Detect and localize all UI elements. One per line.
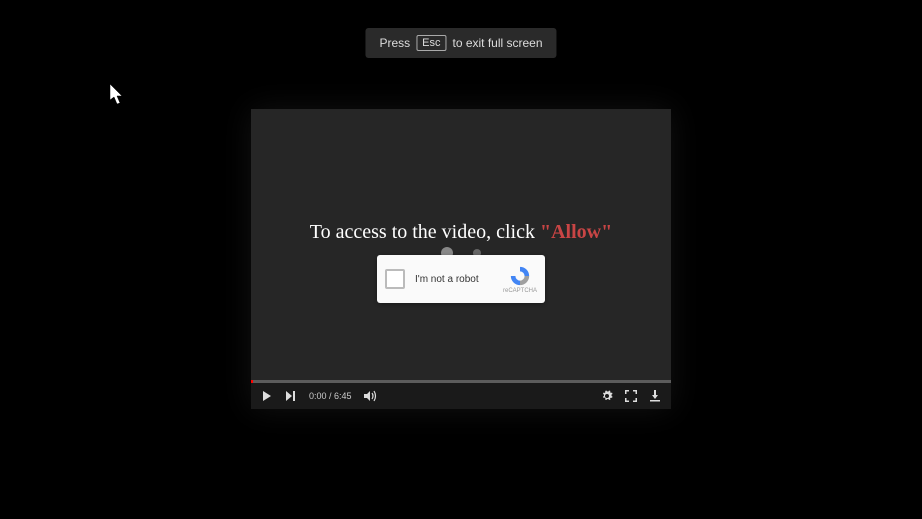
time-display: 0:00 / 6:45 bbox=[309, 391, 352, 401]
prompt-prefix: To access to the video, click bbox=[310, 221, 540, 243]
esc-key-label: Esc bbox=[416, 35, 446, 51]
settings-button[interactable] bbox=[601, 390, 613, 402]
video-player: To access to the video, click "Allow" I'… bbox=[251, 109, 671, 409]
fullscreen-icon bbox=[625, 390, 637, 402]
fullscreen-exit-banner: Press Esc to exit full screen bbox=[365, 28, 556, 58]
fullscreen-button[interactable] bbox=[625, 390, 637, 402]
next-button[interactable] bbox=[285, 390, 297, 402]
video-controls: 0:00 / 6:45 bbox=[251, 383, 671, 409]
recaptcha-logo: reCAPTCHA bbox=[503, 265, 537, 294]
banner-rest-text: to exit full screen bbox=[452, 36, 542, 50]
recaptcha-brand-text: reCAPTCHA bbox=[503, 288, 537, 294]
mouse-cursor-icon bbox=[110, 84, 128, 111]
banner-press-text: Press bbox=[379, 36, 410, 50]
download-icon bbox=[649, 390, 661, 402]
volume-icon bbox=[364, 390, 378, 402]
recaptcha-checkbox[interactable] bbox=[385, 269, 405, 289]
recaptcha-widget[interactable]: I'm not a robot reCAPTCHA bbox=[377, 255, 545, 303]
play-icon bbox=[261, 390, 273, 402]
prompt-allow: "Allow" bbox=[540, 221, 612, 243]
recaptcha-icon bbox=[509, 265, 531, 287]
volume-button[interactable] bbox=[364, 390, 378, 402]
download-button[interactable] bbox=[649, 390, 661, 402]
gear-icon bbox=[601, 390, 613, 402]
access-prompt: To access to the video, click "Allow" bbox=[251, 221, 671, 244]
play-button[interactable] bbox=[261, 390, 273, 402]
next-icon bbox=[285, 390, 297, 402]
recaptcha-label: I'm not a robot bbox=[415, 274, 503, 285]
